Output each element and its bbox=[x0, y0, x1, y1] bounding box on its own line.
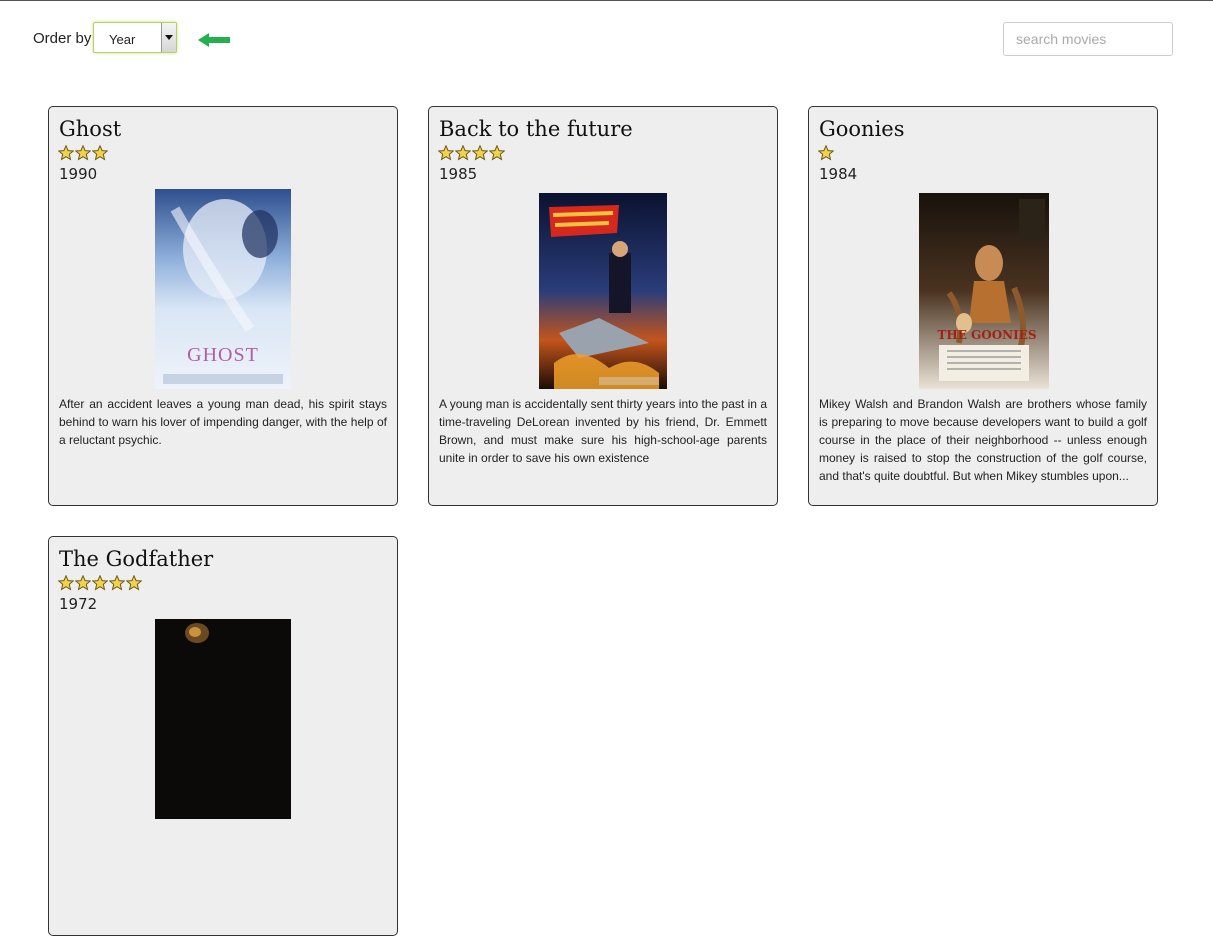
movie-card: Back to the future 1985 A young man is a… bbox=[428, 106, 778, 506]
star-icon bbox=[58, 145, 74, 161]
star-icon bbox=[109, 575, 125, 591]
movie-year: 1984 bbox=[819, 165, 858, 183]
order-by-label: Order by bbox=[33, 30, 92, 47]
movie-title: Ghost bbox=[59, 117, 122, 141]
svg-text:GHOST: GHOST bbox=[187, 344, 259, 366]
movie-year: 1972 bbox=[59, 595, 98, 613]
star-icon bbox=[92, 145, 108, 161]
star-icon bbox=[75, 145, 91, 161]
toolbar: Order by Year bbox=[0, 0, 1213, 80]
movie-description: Mikey Walsh and Brandon Walsh are brothe… bbox=[819, 397, 1147, 483]
chevron-down-icon bbox=[165, 35, 173, 40]
star-icon bbox=[455, 145, 471, 161]
star-icon bbox=[92, 575, 108, 591]
movie-year: 1985 bbox=[439, 165, 478, 183]
movie-card: Goonies 1984 THE GOONIES Mikey Walsh and… bbox=[808, 106, 1158, 506]
star-icon bbox=[818, 145, 834, 161]
movie-card: The Godfather 1972 bbox=[48, 536, 398, 936]
star-icon bbox=[438, 145, 454, 161]
svg-text:THE GOONIES: THE GOONIES bbox=[937, 328, 1036, 342]
rating-stars bbox=[58, 145, 108, 163]
star-icon bbox=[126, 575, 142, 591]
poster-ghost: GHOST bbox=[155, 189, 291, 389]
poster-godfather bbox=[155, 619, 291, 819]
star-icon bbox=[58, 575, 74, 591]
rating-stars bbox=[438, 145, 505, 163]
order-by-select[interactable]: Year bbox=[93, 22, 177, 53]
order-by-selected-value: Year bbox=[109, 32, 136, 47]
dropdown-button[interactable] bbox=[161, 23, 176, 52]
movie-description: A young man is accidentally sent thirty … bbox=[439, 397, 767, 465]
movie-title: Goonies bbox=[819, 117, 905, 141]
star-icon bbox=[489, 145, 505, 161]
movie-title: The Godfather bbox=[59, 547, 214, 571]
poster-goonies: THE GOONIES bbox=[919, 193, 1049, 389]
star-icon bbox=[75, 575, 91, 591]
rating-stars bbox=[818, 145, 834, 163]
movie-year: 1990 bbox=[59, 165, 98, 183]
star-icon bbox=[472, 145, 488, 161]
movie-card: Ghost 1990 GHOST After an accident leave… bbox=[48, 106, 398, 506]
poster-back-to-the-future bbox=[539, 193, 667, 389]
rating-stars bbox=[58, 575, 142, 593]
arrow-left-icon bbox=[198, 33, 230, 47]
search-input[interactable] bbox=[1003, 22, 1173, 56]
movie-description: After an accident leaves a young man dea… bbox=[59, 397, 387, 447]
movie-title: Back to the future bbox=[439, 117, 633, 141]
